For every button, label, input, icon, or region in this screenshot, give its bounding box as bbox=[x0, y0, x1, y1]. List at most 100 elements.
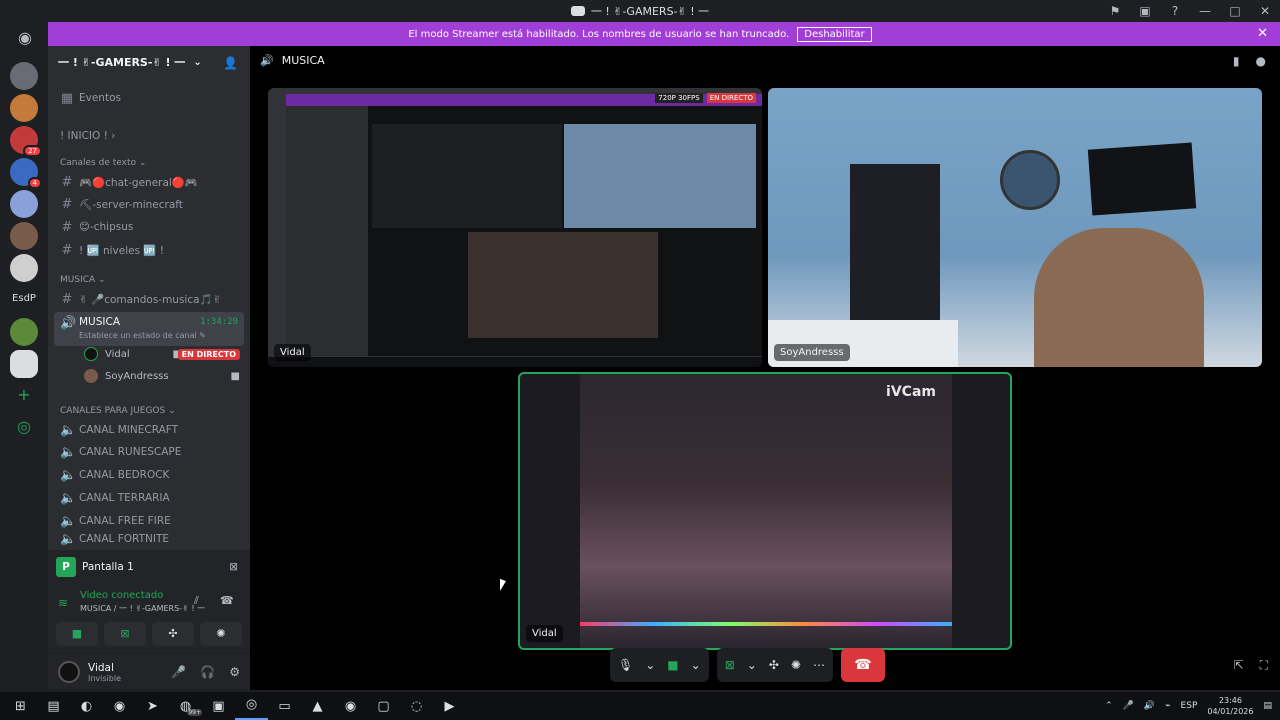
screen-share-icon[interactable]: ⊠ bbox=[725, 658, 735, 672]
soundboard-icon[interactable]: ✺ bbox=[791, 658, 801, 672]
voice-user-soyandresss[interactable]: SoyAndresss ■ bbox=[84, 366, 240, 386]
voice-channel-free-fire[interactable]: 🔈 CANAL FREE FIRE bbox=[54, 511, 244, 531]
volume-icon[interactable]: 🔊 bbox=[1144, 701, 1155, 711]
server-icon[interactable] bbox=[10, 254, 38, 282]
edge-icon[interactable]: ◐ bbox=[70, 699, 103, 714]
settings-icon[interactable]: ⚙ bbox=[229, 665, 240, 679]
server-icon-active[interactable] bbox=[10, 350, 38, 378]
chat-icon[interactable]: ● bbox=[1256, 54, 1266, 68]
voice-channel-terraria[interactable]: 🔈 CANAL TERRARIA bbox=[54, 488, 244, 508]
voice-channel-minecraft[interactable]: 🔈 CANAL MINECRAFT bbox=[54, 420, 244, 440]
camera-tile-soyandresss[interactable]: SoyAndresss bbox=[768, 88, 1262, 367]
server-icon[interactable]: 4 bbox=[10, 158, 42, 189]
category-text-channels[interactable]: Canales de texto ⌄ bbox=[54, 153, 244, 173]
camera-tile-vidal[interactable]: iVCam Vidal bbox=[518, 372, 1012, 650]
channel-comandos-musica[interactable]: # ✌ 🎤comandos-musica🎵✌ bbox=[54, 289, 244, 309]
chevron-down-icon[interactable]: ⌄ bbox=[691, 658, 701, 672]
explore-icon[interactable]: ◎ bbox=[14, 417, 34, 437]
server-icon[interactable] bbox=[10, 318, 38, 346]
disable-streamer-button[interactable]: Deshabilitar bbox=[797, 26, 872, 42]
channel-server-minecraft[interactable]: # ⛏-server-minecraft bbox=[54, 194, 244, 214]
server-esdp[interactable]: EsdP bbox=[4, 293, 44, 304]
outlook-icon[interactable]: ▣ bbox=[202, 699, 235, 714]
headphones-icon[interactable]: 🎧 bbox=[200, 665, 215, 679]
stream-tile-vidal-screen[interactable]: 720P 30FPS EN DIRECTO Vidal bbox=[268, 88, 762, 367]
camera-icon[interactable]: ■ bbox=[667, 658, 678, 672]
avatar[interactable] bbox=[58, 661, 80, 683]
more-icon[interactable]: ⋯ bbox=[813, 658, 825, 672]
screen-share-item[interactable]: P Pantalla 1 ⊠ bbox=[56, 556, 242, 578]
tray-chevron-icon[interactable]: ⌃ bbox=[1105, 701, 1113, 711]
camera-button[interactable]: ■ bbox=[56, 622, 98, 646]
leave-call-button[interactable]: ☎ bbox=[840, 648, 885, 682]
excel-icon[interactable]: ▤ bbox=[37, 699, 70, 714]
category-juegos[interactable]: CANALES PARA JUEGOS ⌄ bbox=[54, 401, 244, 421]
clock[interactable]: 23:46 04/01/2026 bbox=[1207, 695, 1253, 717]
explorer-icon[interactable]: ▭ bbox=[268, 699, 301, 714]
whatsapp-icon[interactable]: ◍ 99+ bbox=[169, 699, 202, 716]
app-icon[interactable]: ▢ bbox=[367, 699, 400, 714]
close-window-button[interactable]: ✕ bbox=[1250, 4, 1280, 18]
server-icon[interactable]: 27 bbox=[10, 126, 42, 157]
inicio-item[interactable]: ! INICIO ! › bbox=[54, 126, 244, 146]
notifications-icon[interactable]: ▤ bbox=[1263, 701, 1272, 711]
language-indicator[interactable]: ESP bbox=[1181, 701, 1198, 711]
screen-icon[interactable]: ▣ bbox=[1130, 4, 1160, 18]
invite-icon[interactable]: 👤 bbox=[223, 56, 238, 70]
chevron-down-icon[interactable]: ⌄ bbox=[645, 658, 655, 672]
channel-niveles[interactable]: # ! 🆙 niveles 🆙 ! bbox=[54, 240, 244, 260]
chevron-down-icon[interactable]: ⌄ bbox=[747, 658, 757, 672]
mic-icon[interactable]: 🎤 bbox=[171, 665, 186, 679]
discord-taskbar-icon[interactable]: ◎ bbox=[235, 692, 268, 720]
stream-preview-tile bbox=[372, 124, 562, 228]
speaker-icon: 🔈 bbox=[60, 467, 77, 483]
maximize-button[interactable]: □ bbox=[1220, 4, 1250, 18]
inbox-icon[interactable]: ⚑ bbox=[1100, 4, 1130, 18]
telegram-icon[interactable]: ➤ bbox=[136, 699, 169, 714]
mic-icon[interactable]: 🎙 bbox=[618, 658, 633, 672]
minimize-button[interactable]: — bbox=[1190, 4, 1220, 18]
discord-home-icon[interactable]: ◉ bbox=[14, 30, 36, 46]
close-banner-icon[interactable]: ✕ bbox=[1257, 26, 1268, 41]
chrome-icon[interactable]: ◉ bbox=[103, 699, 136, 714]
windows-start-icon[interactable]: ⊞ bbox=[4, 699, 37, 714]
brave-icon[interactable]: ▲ bbox=[301, 699, 334, 714]
fullscreen-icon[interactable]: ⛶ bbox=[1260, 658, 1268, 673]
help-icon[interactable]: ? bbox=[1160, 4, 1190, 18]
channel-chipsus[interactable]: # 😊-chipsus bbox=[54, 217, 244, 237]
channel-status[interactable]: Establece un estado de canal ✎ bbox=[79, 331, 206, 340]
connection-status[interactable]: Video conectado MUSICA / ⼀ ! ✌-GAMERS-✌ … bbox=[80, 590, 205, 614]
add-server-icon[interactable]: + bbox=[14, 385, 34, 405]
voice-channel-bedrock[interactable]: 🔈 CANAL BEDROCK bbox=[54, 465, 244, 485]
app-icon[interactable]: ◌ bbox=[400, 699, 433, 714]
voice-channel-fortnite[interactable]: 🔈 CANAL FORTNITE bbox=[54, 533, 244, 545]
voice-channel-runescape[interactable]: 🔈 CANAL RUNESCAPE bbox=[54, 442, 244, 462]
channel-chat-general[interactable]: # 🎮🔴chat-general🔴🎮 bbox=[54, 172, 244, 192]
noise-suppression-icon[interactable]: ⫽ bbox=[194, 594, 199, 608]
disconnect-icon[interactable]: ☎ bbox=[220, 594, 234, 607]
soundboard-button[interactable]: ✺ bbox=[200, 622, 242, 646]
activities-button[interactable]: ✣ bbox=[152, 622, 194, 646]
bookmark-icon[interactable]: ▮ bbox=[1233, 54, 1240, 68]
spotify-icon[interactable]: ◉ bbox=[334, 699, 367, 714]
calendar-icon: ▦ bbox=[60, 90, 74, 106]
media-player-icon[interactable]: ▶ bbox=[433, 699, 466, 714]
tile-label: SoyAndresss bbox=[774, 344, 850, 361]
stop-share-icon[interactable]: ⊠ bbox=[229, 561, 238, 573]
popout-icon[interactable]: ⇱ bbox=[1234, 658, 1244, 673]
avatar bbox=[84, 369, 98, 383]
server-icon[interactable] bbox=[10, 94, 38, 122]
events-item[interactable]: ▦ Eventos bbox=[54, 88, 244, 108]
voice-channel-musica[interactable]: 🔊 MUSICA 1:34:29 Establece un estado de … bbox=[54, 312, 244, 346]
user-info[interactable]: Vidal Invisible bbox=[88, 662, 121, 683]
category-musica[interactable]: MUSICA ⌄ bbox=[54, 270, 244, 290]
guild-header[interactable]: ⼀ ! ✌-GAMERS-✌ ! ⼀ ⌄ 👤 bbox=[48, 46, 250, 78]
screen-share-button[interactable]: ⊠ bbox=[104, 622, 146, 646]
voice-user-vidal[interactable]: Vidal ■ EN DIRECTO bbox=[84, 344, 240, 364]
network-icon[interactable]: ⌁ bbox=[1165, 701, 1170, 711]
activities-icon[interactable]: ✣ bbox=[769, 658, 779, 672]
server-icon[interactable] bbox=[10, 190, 38, 218]
mic-icon[interactable]: 🎤 bbox=[1123, 701, 1134, 711]
server-icon[interactable] bbox=[10, 222, 38, 250]
server-icon[interactable] bbox=[10, 62, 38, 90]
